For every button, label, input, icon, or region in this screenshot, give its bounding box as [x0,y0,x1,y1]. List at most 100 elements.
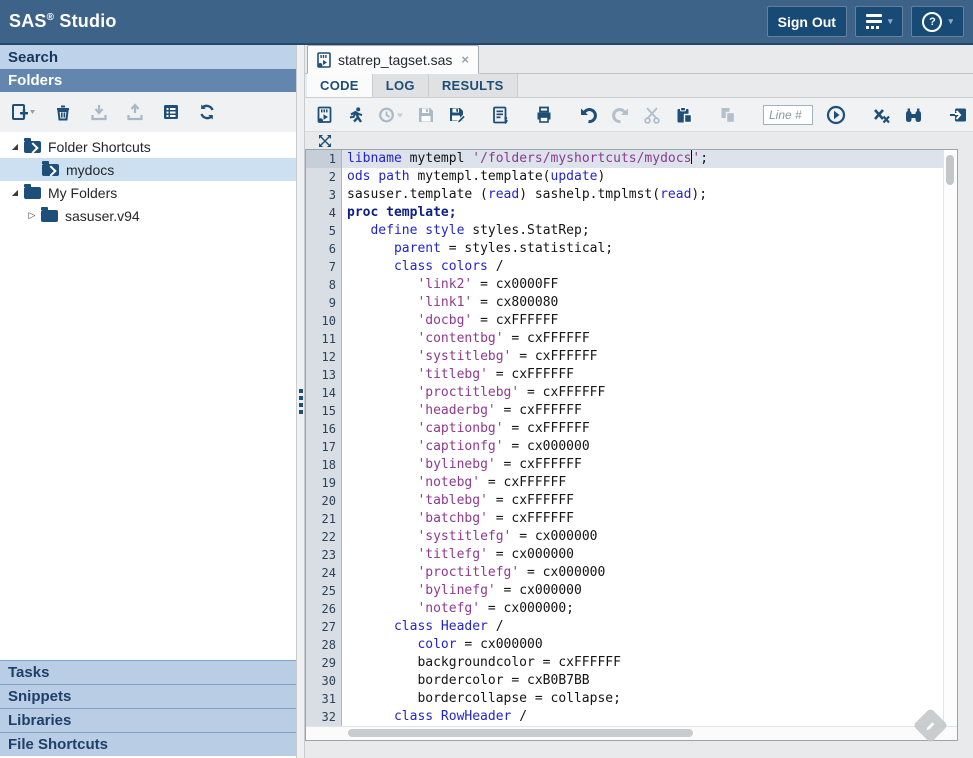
code-line[interactable]: 'proctitlebg' = cxFFFFFF [342,384,943,402]
goto-line-input[interactable] [763,105,813,125]
tab-statrep-tagset[interactable]: statrep_tagset.sas × [307,45,479,74]
section-snippets[interactable]: Snippets [0,684,296,708]
code-line[interactable]: 'batchbg' = cxFFFFFF [342,510,943,528]
code-line[interactable]: bordercollapse = collapse; [342,690,943,708]
section-file-shortcuts[interactable]: File Shortcuts [0,732,296,756]
code-line[interactable]: 'bylinebg' = cxFFFFFF [342,456,943,474]
code-line[interactable]: 'systitlebg' = cxFFFFFF [342,348,943,366]
properties-button[interactable] [162,103,180,121]
vertical-scroll-thumb[interactable] [946,155,954,185]
horizontal-scroll-thumb[interactable] [348,729,693,737]
run-button[interactable] [347,106,365,124]
submission-history-button[interactable] [378,106,404,124]
tree-item-folder-shortcuts[interactable]: ◢ Folder Shortcuts [0,135,296,158]
collapse-icon[interactable]: ◢ [8,189,22,197]
code-line[interactable]: 'link1' = cx800080 [342,294,943,312]
indent-button[interactable] [949,106,968,124]
code-line[interactable]: sasuser.template (read) sashelp.tmplmst(… [342,186,943,204]
print-button[interactable] [535,106,553,124]
code-line[interactable]: libname mytempl '/folders/myshortcuts/my… [342,150,943,168]
code-line[interactable]: bordercolor = cxB0B7BB [342,672,943,690]
code-line[interactable]: 'notefg' = cx000000; [342,600,943,618]
line-number: 10 [306,312,341,330]
clear-code-button[interactable] [872,106,891,124]
code-line[interactable]: 'titlefg' = cx000000 [342,546,943,564]
code-line[interactable]: 'notebg' = cxFFFFFF [342,474,943,492]
line-number: 14 [306,384,341,402]
edit-source-button[interactable] [492,106,509,124]
vertical-scrollbar[interactable] [943,150,957,726]
code-line[interactable]: 'systitlefg' = cx000000 [342,528,943,546]
paste-button[interactable] [675,106,693,124]
go-circle-icon [826,105,846,125]
tab-log[interactable]: LOG [373,74,429,97]
undo-button[interactable] [579,106,598,124]
tree-item-label: Folder Shortcuts [48,139,151,155]
redo-button[interactable] [611,106,630,124]
code-line[interactable]: parent = styles.statistical; [342,240,943,258]
help-icon: ? [922,12,942,32]
line-number: 31 [306,690,341,708]
tree-item-mydocs[interactable]: mydocs [0,158,296,181]
line-number: 8 [306,276,341,294]
section-folders[interactable]: Folders [0,69,296,92]
save-as-button[interactable] [448,106,466,124]
section-libraries[interactable]: Libraries [0,708,296,732]
code-line[interactable]: 'tablebg' = cxFFFFFF [342,492,943,510]
code-line[interactable]: 'docbg' = cxFFFFFF [342,312,943,330]
code-line[interactable]: 'headerbg' = cxFFFFFF [342,402,943,420]
close-icon[interactable]: × [461,52,469,67]
code-area[interactable]: libname mytempl '/folders/myshortcuts/my… [342,150,943,726]
code-line[interactable]: class RowHeader / [342,708,943,726]
code-line[interactable]: ods path mytempl.template(update) [342,168,943,186]
work-area: statrep_tagset.sas × CODE LOG RESULTS [305,45,973,758]
upload-icon [126,103,144,121]
code-line[interactable]: backgroundcolor = cxFFFFFF [342,654,943,672]
code-line[interactable]: 'proctitlefg' = cx000000 [342,564,943,582]
line-number: 26 [306,600,341,618]
code-editor: 1234567891011121314151617181920212223242… [305,149,958,741]
find-replace-button[interactable] [904,106,923,124]
code-line[interactable]: 'contentbg' = cxFFFFFF [342,330,943,348]
goto-line-button[interactable] [826,105,846,125]
code-line[interactable]: class colors / [342,258,943,276]
tree-item-sasuser-v94[interactable]: ▷ sasuser.v94 [0,204,296,227]
cut-button[interactable] [643,106,662,124]
maximize-editor-button[interactable] [318,134,332,148]
pane-splitter[interactable] [296,45,305,758]
code-line[interactable]: 'link2' = cx0000FF [342,276,943,294]
code-line[interactable]: define style styles.StatRep; [342,222,943,240]
code-line[interactable]: color = cx000000 [342,636,943,654]
clear-x-icon [872,106,891,124]
application-menu-button[interactable]: ▾ [855,6,904,37]
shortcut-folder-icon [24,141,41,153]
refresh-button[interactable] [198,103,216,121]
new-program-button[interactable] [317,106,334,124]
expand-icon[interactable]: ▷ [25,211,39,220]
upload-button[interactable] [126,103,144,121]
save-as-icon [448,106,466,124]
code-line[interactable]: proc template; [342,204,943,222]
code-line[interactable]: class Header / [342,618,943,636]
section-search[interactable]: Search [0,45,296,69]
download-button[interactable] [90,103,108,121]
code-line[interactable]: 'captionfg' = cx000000 [342,438,943,456]
tab-results[interactable]: RESULTS [429,74,518,97]
line-number: 29 [306,654,341,672]
section-tasks[interactable]: Tasks [0,660,296,684]
line-number: 12 [306,348,341,366]
horizontal-scrollbar[interactable] [306,726,957,740]
collapse-icon[interactable]: ◢ [8,143,22,151]
copy-button[interactable] [719,106,737,124]
sign-out-button[interactable]: Sign Out [767,6,847,37]
delete-button[interactable] [54,103,72,121]
code-line[interactable]: 'titlebg' = cxFFFFFF [342,366,943,384]
code-line[interactable]: 'captionbg' = cxFFFFFF [342,420,943,438]
save-button[interactable] [417,106,435,124]
new-shortcut-button[interactable] [12,103,36,121]
help-menu-button[interactable]: ? ▾ [911,6,964,37]
tab-code[interactable]: CODE [307,74,373,97]
code-line[interactable]: 'bylinefg' = cx000000 [342,582,943,600]
tree-item-my-folders[interactable]: ◢ My Folders [0,181,296,204]
trash-icon [54,103,72,121]
